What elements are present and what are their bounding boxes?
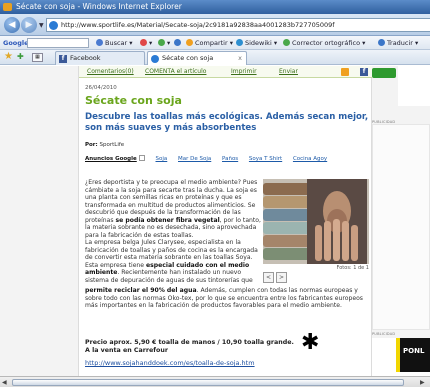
compartir-icon — [186, 39, 193, 46]
bookmark-button[interactable]: ▾ — [140, 36, 152, 49]
share-menu-button[interactable]: ▾ — [158, 36, 170, 49]
scrollbar-thumb[interactable] — [12, 379, 404, 386]
price-line-2: A la venta en Carrefour — [85, 347, 168, 354]
article-byline: Por: SportLife — [85, 142, 124, 148]
share-button[interactable] — [174, 36, 183, 49]
address-bar[interactable]: http://www.sportlife.es/Material/Secate-… — [46, 18, 430, 32]
page-viewport: Comentarios(0) COMENTA el artículo Impri… — [0, 66, 430, 376]
comments-link[interactable]: Comentarios(0) — [87, 66, 134, 78]
ie-app-icon — [3, 3, 12, 11]
sidebar-ad-box[interactable] — [372, 124, 430, 330]
spellcheck-icon — [283, 39, 290, 46]
share-icon — [158, 39, 165, 46]
site-favicon-icon — [151, 55, 159, 63]
horizontal-scrollbar[interactable]: ◀ ▶ — [0, 376, 430, 387]
close-tab-icon[interactable]: x — [238, 52, 242, 65]
translate-button[interactable]: Traducir ▾ — [378, 36, 418, 49]
ad-link-mar-de-soja[interactable]: Mar De Soja — [178, 156, 211, 162]
spellcheck-button[interactable]: Corrector ortográfico ▾ — [283, 36, 365, 49]
article-subtitle: Descubre las toallas más ecológicas. Ade… — [85, 112, 369, 133]
forward-button[interactable]: ▶ — [21, 17, 37, 33]
scroll-right-icon[interactable]: ▶ — [420, 379, 425, 386]
top-ad-image[interactable] — [398, 66, 430, 106]
comment-article-link[interactable]: COMENTA el artículo — [145, 66, 206, 78]
share-arrows-icon — [174, 39, 181, 46]
google-logo: Google — [3, 39, 29, 47]
tab-secate-label: Sécate con soja — [162, 54, 214, 62]
bookmark-icon — [140, 39, 147, 46]
window-titlebar: Sécate con soja - Windows Internet Explo… — [0, 0, 430, 14]
price-info: Precio aprox. 5,90 € toalla de manos / 1… — [85, 339, 309, 355]
ad-choice-icon[interactable] — [138, 155, 145, 161]
product-link[interactable]: http://www.sojahanddoek.com/es/toalla-de… — [85, 359, 255, 367]
share-icon[interactable] — [341, 68, 349, 76]
quick-tabs-icon[interactable]: ▦ — [32, 53, 43, 62]
send-link[interactable]: Enviar — [279, 66, 298, 78]
ad-link-soya-t-shirt[interactable]: Soya T Shirt — [249, 156, 282, 162]
right-sidebar: PUBLICIDAD PUBLICIDAD PONL — [372, 66, 430, 376]
translate-icon — [378, 39, 385, 46]
recent-pages-dropdown-icon[interactable]: ▼ — [39, 22, 44, 29]
google-ads-row: Anuncios Google Soja Mar De Soja Paños S… — [85, 155, 369, 162]
favorites-star-icon[interactable]: ★ — [4, 51, 13, 62]
site-favicon-icon — [49, 21, 58, 30]
publicidad-label-2: PUBLICIDAD — [372, 332, 396, 336]
add-favorites-icon[interactable]: ✚ — [17, 52, 24, 61]
ad-link-panos[interactable]: Paños — [222, 156, 238, 162]
compartir-button[interactable]: Compartir ▾ — [186, 36, 233, 49]
article-paragraph-2: La empresa belga Jules Clarysee, especia… — [85, 239, 258, 284]
ad-link-soja[interactable]: Soja — [156, 156, 168, 162]
photo-prev-button[interactable]: < — [263, 272, 274, 283]
search-icon — [96, 39, 103, 46]
back-button[interactable]: ◀ — [4, 17, 20, 33]
byline-author: SportLife — [99, 142, 125, 148]
google-toolbar: Google Buscar ▾ ▾ ▾ Compartir ▾ Sidewiki… — [0, 36, 430, 50]
scroll-left-icon[interactable]: ◀ — [2, 379, 7, 386]
article-action-bar: Comentarios(0) COMENTA el artículo Impri… — [79, 66, 373, 78]
sidewiki-icon — [236, 39, 243, 46]
facebook-icon: f — [59, 55, 67, 63]
print-link[interactable]: Imprimir — [231, 66, 257, 78]
tab-facebook-label: Facebook — [70, 54, 101, 62]
article-photo[interactable] — [263, 179, 369, 264]
article-paragraph-1: ¿Eres deportista y te preocupa el medio … — [85, 179, 261, 239]
article-date: 26/04/2010 — [85, 85, 117, 91]
tab-facebook[interactable]: f Facebook — [55, 51, 145, 65]
hands-image — [307, 179, 367, 264]
asterisk-mark: ✱ — [301, 330, 320, 355]
article-title: Sécate con soja — [85, 94, 182, 107]
article-body-full: permite reciclar el 90% del agua. Además… — [85, 287, 363, 309]
tab-secate-con-soja[interactable]: Sécate con soja x — [147, 51, 247, 65]
sidewiki-button[interactable]: Sidewiki ▾ — [236, 36, 277, 49]
ad-link-cocina-agoy[interactable]: Cocina Agoy — [293, 156, 327, 162]
window-title: Sécate con soja - Windows Internet Explo… — [16, 2, 182, 11]
facebook-share-icon[interactable]: f — [360, 68, 368, 76]
favorites-bar: ★ ✚ ▦ f Facebook Sécate con soja x — [0, 50, 430, 65]
green-ad-button[interactable] — [372, 68, 396, 78]
price-line-1: Precio aprox. 5,90 € toalla de manos / 1… — [85, 339, 294, 346]
ads-label[interactable]: Anuncios Google — [85, 156, 137, 162]
photo-next-button[interactable]: > — [276, 272, 287, 283]
article-body-top: ¿Eres deportista y te preocupa el medio … — [85, 179, 263, 284]
google-search-input[interactable] — [27, 38, 89, 48]
address-url: http://www.sportlife.es/Material/Secate-… — [61, 21, 335, 29]
left-gutter — [0, 66, 78, 376]
article-panel: Comentarios(0) COMENTA el artículo Impri… — [78, 66, 373, 376]
google-search-button[interactable]: Buscar ▾ — [96, 36, 133, 49]
bottom-ad-banner[interactable]: PONL — [396, 338, 430, 372]
navigation-bar: ◀ ▶ ▼ http://www.sportlife.es/Material/S… — [0, 14, 430, 36]
byline-label: Por: — [85, 142, 98, 148]
photo-caption: Fotos: 1 de 1 — [336, 265, 369, 271]
